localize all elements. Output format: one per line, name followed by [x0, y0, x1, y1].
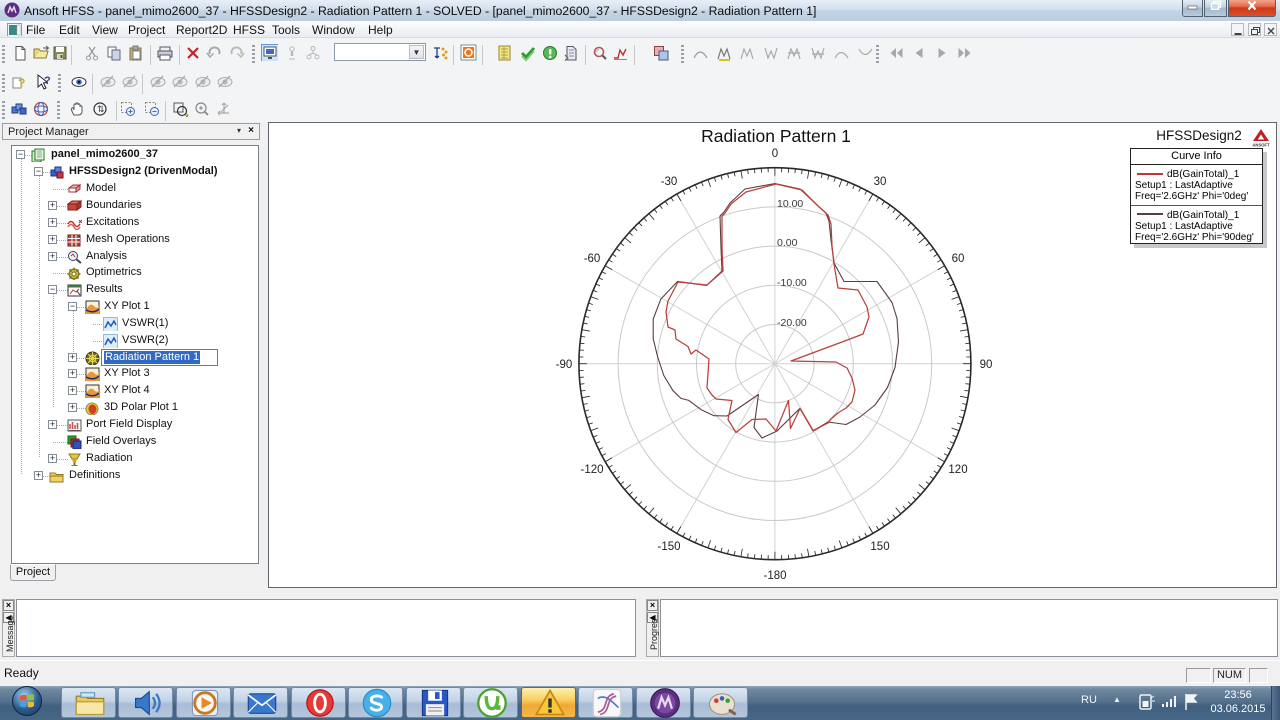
svg-text:?: ?: [44, 75, 51, 87]
svg-text:120: 120: [948, 464, 967, 476]
svg-text:-10.00: -10.00: [777, 277, 807, 289]
svg-text:-20.00: -20.00: [777, 317, 807, 329]
svg-text:60: 60: [952, 253, 965, 265]
svg-text:0.00: 0.00: [777, 237, 798, 249]
svg-text:-60: -60: [584, 253, 601, 265]
svg-text:90: 90: [980, 359, 993, 371]
svg-text:-120: -120: [580, 464, 603, 476]
svg-text:0: 0: [772, 148, 778, 160]
svg-text:-30: -30: [661, 176, 678, 188]
svg-text:⇅: ⇅: [97, 104, 105, 114]
svg-text:?: ?: [18, 76, 25, 90]
svg-text:-180: -180: [763, 570, 786, 582]
svg-text:ANSOFT: ANSOFT: [1252, 143, 1270, 148]
svg-text:10.00: 10.00: [777, 198, 803, 210]
svg-text:-90: -90: [556, 359, 573, 371]
svg-text:-150: -150: [657, 541, 680, 553]
svg-text:30: 30: [874, 176, 887, 188]
svg-text:150: 150: [870, 541, 889, 553]
